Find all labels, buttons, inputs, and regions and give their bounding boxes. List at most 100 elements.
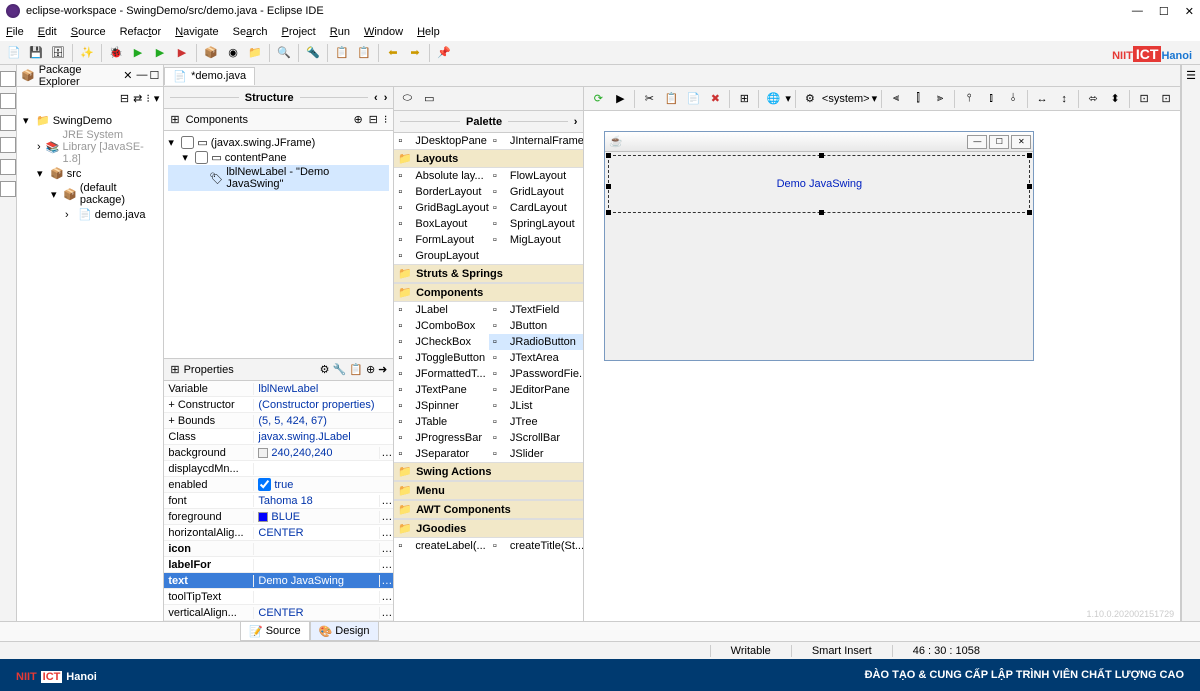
- property-row[interactable]: + Constructor(Constructor properties): [164, 397, 393, 413]
- paste-icon[interactable]: 📄: [683, 89, 703, 109]
- collapse-all-icon[interactable]: ⊟: [120, 92, 129, 105]
- palette-item[interactable]: ▫SpringLayout: [489, 216, 584, 232]
- trim-icon[interactable]: [0, 137, 16, 153]
- palette-item[interactable]: ▫BoxLayout: [394, 216, 489, 232]
- palette-item[interactable]: ▫BorderLayout: [394, 184, 489, 200]
- menu-file[interactable]: File: [6, 26, 24, 38]
- prop-tool-icon[interactable]: 📋: [349, 363, 363, 376]
- palette-item[interactable]: ▫JProgressBar: [394, 430, 489, 446]
- property-row[interactable]: Classjavax.swing.JLabel: [164, 429, 393, 445]
- minimize-view-icon[interactable]: —: [137, 69, 148, 82]
- java-file[interactable]: demo.java: [95, 209, 146, 221]
- align-top-icon[interactable]: ⫯: [959, 89, 979, 109]
- palette-section[interactable]: 📁JGoodies: [394, 519, 583, 538]
- property-row[interactable]: fontTahoma 18…: [164, 493, 393, 509]
- palette-item[interactable]: ▫JFormattedT...: [394, 366, 489, 382]
- palette-item[interactable]: ▫JInternalFrame: [489, 133, 584, 149]
- palette-item[interactable]: ▫JComboBox: [394, 318, 489, 334]
- palette-item[interactable]: ▫FlowLayout: [489, 168, 584, 184]
- palette-item[interactable]: ▫MigLayout: [489, 232, 584, 248]
- palette-item[interactable]: ▫FormLayout: [394, 232, 489, 248]
- pal-tool-icon[interactable]: ⬭: [397, 89, 417, 109]
- src-folder[interactable]: src: [67, 168, 82, 180]
- view-menu-icon[interactable]: ▾: [154, 92, 160, 105]
- align-right-icon[interactable]: ⫸: [930, 89, 950, 109]
- palette-item[interactable]: ▫JList: [489, 398, 584, 414]
- parse-icon[interactable]: ⊞: [734, 89, 754, 109]
- center-h-icon[interactable]: ⊡: [1134, 89, 1154, 109]
- palette-item[interactable]: ▫JTextArea: [489, 350, 584, 366]
- align-center-icon[interactable]: ⫿: [908, 89, 928, 109]
- menu-window[interactable]: Window: [364, 26, 403, 38]
- frame-max-button[interactable]: ☐: [989, 135, 1009, 149]
- filter-icon[interactable]: ⁝: [146, 92, 150, 105]
- save-button[interactable]: 💾: [26, 43, 46, 63]
- chevron-left-icon[interactable]: ‹: [374, 92, 378, 104]
- maximize-view-icon[interactable]: ☐: [150, 69, 160, 82]
- expand-all-icon[interactable]: ⊕: [353, 113, 362, 126]
- view-menu-icon[interactable]: ⁝: [384, 113, 388, 126]
- property-row[interactable]: icon…: [164, 541, 393, 557]
- editor-tab[interactable]: 📄 *demo.java: [164, 67, 255, 85]
- same-height-icon[interactable]: ↕: [1054, 89, 1074, 109]
- palette-item[interactable]: ▫JLabel: [394, 302, 489, 318]
- new-folder-button[interactable]: 📁: [245, 43, 265, 63]
- look-feel-icon[interactable]: ⚙: [800, 89, 820, 109]
- palette-item[interactable]: ▫GridBagLayout: [394, 200, 489, 216]
- link-editor-icon[interactable]: ⇄: [133, 92, 142, 105]
- back-button[interactable]: ⬅: [383, 43, 403, 63]
- palette-item[interactable]: ▫JDesktopPane: [394, 133, 489, 149]
- globe-icon[interactable]: 🌐: [763, 89, 783, 109]
- close-button[interactable]: ✕: [1185, 5, 1194, 18]
- prop-tool-icon[interactable]: 🔧: [333, 363, 347, 376]
- design-tab[interactable]: 🎨Design: [310, 622, 379, 641]
- palette-item[interactable]: ▫JSlider: [489, 446, 584, 462]
- coverage-button[interactable]: ▶: [150, 43, 170, 63]
- trim-icon[interactable]: [0, 181, 16, 197]
- palette-item[interactable]: ▫JScrollBar: [489, 430, 584, 446]
- pin-button[interactable]: 📌: [434, 43, 454, 63]
- property-row[interactable]: textDemo JavaSwing…: [164, 573, 393, 589]
- frame-close-button[interactable]: ✕: [1011, 135, 1031, 149]
- chevron-right-icon[interactable]: ›: [574, 116, 578, 128]
- palette-item[interactable]: ▫JEditorPane: [489, 382, 584, 398]
- property-row[interactable]: enabledtrue: [164, 477, 393, 493]
- palette-item[interactable]: ▫GroupLayout: [394, 248, 489, 264]
- menu-run[interactable]: Run: [330, 26, 350, 38]
- palette-item[interactable]: [489, 248, 584, 264]
- minimize-button[interactable]: —: [1132, 5, 1143, 17]
- palette-item[interactable]: ▫createTitle(St...: [489, 538, 584, 554]
- menu-project[interactable]: Project: [282, 26, 316, 38]
- property-row[interactable]: verticalAlign...CENTER…: [164, 605, 393, 621]
- pal-tool-icon[interactable]: ▭: [419, 89, 439, 109]
- maximize-button[interactable]: ☐: [1159, 5, 1169, 18]
- tree-checkbox[interactable]: [195, 151, 208, 164]
- new-class-button[interactable]: ◉: [223, 43, 243, 63]
- palette-item[interactable]: ▫JTree: [489, 414, 584, 430]
- design-canvas[interactable]: ☕ — ☐ ✕ Demo JavaSwing: [584, 111, 1180, 621]
- refresh-icon[interactable]: ⟳: [588, 89, 608, 109]
- palette-item[interactable]: ▫JTable: [394, 414, 489, 430]
- menu-edit[interactable]: Edit: [38, 26, 57, 38]
- property-row[interactable]: background240,240,240…: [164, 445, 393, 461]
- space-v-icon[interactable]: ⬍: [1105, 89, 1125, 109]
- wizard-button[interactable]: ✨: [77, 43, 97, 63]
- palette-item[interactable]: ▫CardLayout: [489, 200, 584, 216]
- property-row[interactable]: + Bounds(5, 5, 424, 67): [164, 413, 393, 429]
- property-row[interactable]: labelFor…: [164, 557, 393, 573]
- menu-source[interactable]: Source: [71, 26, 106, 38]
- new-package-button[interactable]: 📦: [201, 43, 221, 63]
- align-bottom-icon[interactable]: ⫰: [1003, 89, 1023, 109]
- center-v-icon[interactable]: ⊡: [1156, 89, 1176, 109]
- view-pin-icon[interactable]: ✕: [123, 69, 132, 82]
- palette-item[interactable]: ▫JTextField: [489, 302, 584, 318]
- palette-section[interactable]: 📁Layouts: [394, 149, 583, 168]
- palette-item[interactable]: ▫GridLayout: [489, 184, 584, 200]
- new-button[interactable]: 📄: [4, 43, 24, 63]
- run-button[interactable]: ▶: [128, 43, 148, 63]
- trim-icon[interactable]: [0, 93, 16, 109]
- prop-tool-icon[interactable]: ⚙: [320, 363, 330, 376]
- tree-checkbox[interactable]: [181, 136, 194, 149]
- space-h-icon[interactable]: ⬄: [1083, 89, 1103, 109]
- menu-search[interactable]: Search: [233, 26, 268, 38]
